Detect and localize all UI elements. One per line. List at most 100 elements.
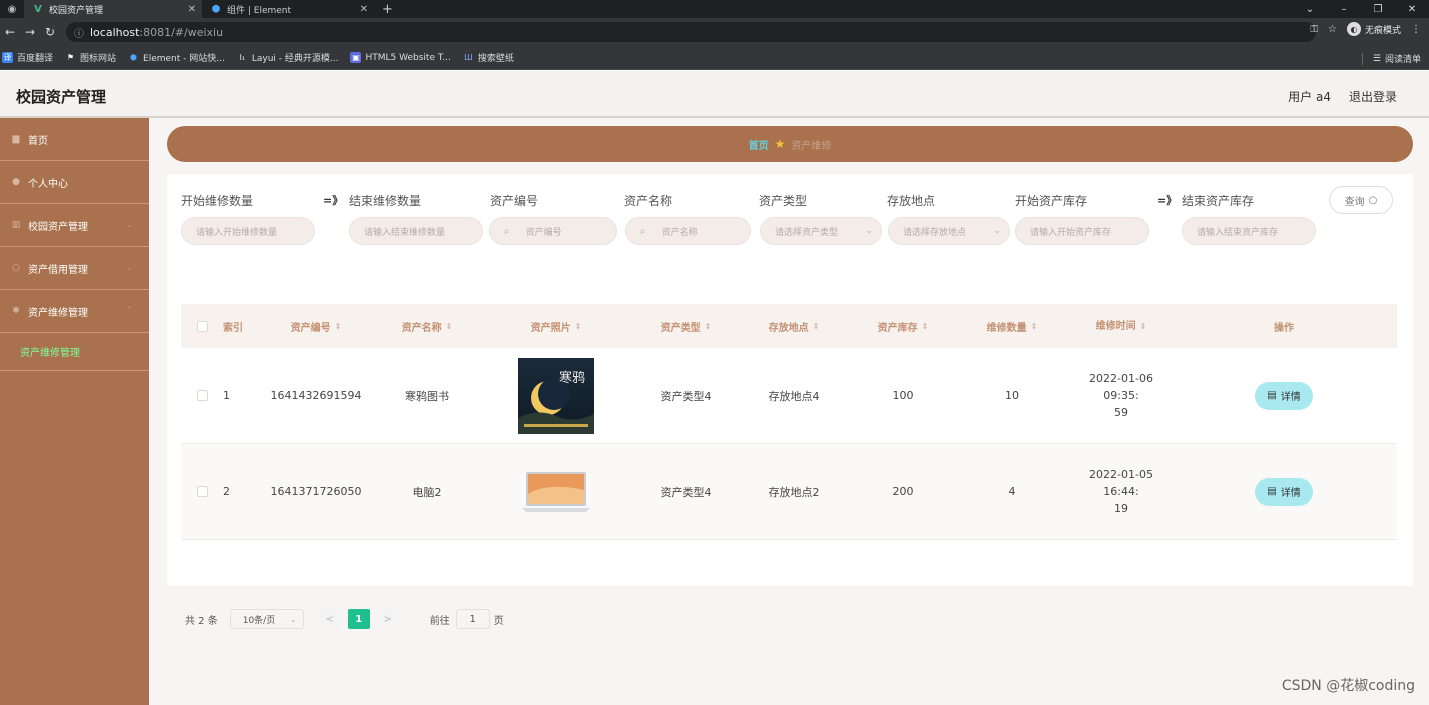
col-repair-qty[interactable]: 维修数量 ⇕: [953, 304, 1071, 348]
col-photo[interactable]: 资产照片 ⇕: [475, 304, 637, 348]
close-window-icon[interactable]: ✕: [1395, 4, 1429, 15]
incognito-label: 无痕模式: [1364, 25, 1401, 36]
bookmark-item[interactable]: ⚑ 图标网站: [65, 51, 116, 64]
app-header: 校园资产管理 用户 a4 退出登录: [0, 71, 1429, 118]
col-asset-no[interactable]: 资产编号 ⇕: [253, 304, 379, 348]
sidebar-item-asset-management[interactable]: ▥ 校园资产管理 ⌄: [0, 204, 149, 247]
sort-icon[interactable]: ⇕: [335, 322, 342, 331]
bookmark-star-icon[interactable]: ☆: [1328, 24, 1337, 35]
user-icon: ●: [12, 177, 20, 187]
sidebar-subitem-repair[interactable]: 资产维修管理: [0, 333, 149, 371]
incognito-indicator[interactable]: ◐ 无痕模式: [1346, 22, 1401, 36]
col-stock[interactable]: 资产库存 ⇕: [853, 304, 953, 348]
prev-page-button[interactable]: <: [319, 609, 340, 629]
row-stock: 100: [892, 389, 914, 402]
sort-icon[interactable]: ⇕: [575, 322, 582, 331]
detail-button[interactable]: ▤ 详情: [1255, 381, 1313, 410]
next-page-button[interactable]: >: [377, 609, 398, 629]
col-type[interactable]: 资产类型 ⇕: [637, 304, 735, 348]
sort-icon[interactable]: ⇕: [446, 322, 453, 331]
sidebar-item-home[interactable]: ▆ 首页: [0, 118, 149, 161]
browser-menu-icon[interactable]: ◉: [0, 0, 24, 18]
breadcrumb-home[interactable]: 首页: [749, 137, 769, 152]
address-bar-actions: ⚿ ☆ ◐ 无痕模式 ⋮: [1310, 22, 1421, 36]
search-icon: ⌕: [640, 225, 646, 237]
reload-icon[interactable]: ↻: [40, 25, 60, 39]
restore-icon[interactable]: ❐: [1361, 4, 1395, 15]
content-card: 开始维修数量 =》 结束维修数量 资产编号 资产名称 资产类型 存放地点 开始资…: [167, 174, 1413, 629]
bookmark-item[interactable]: ▣ HTML5 Website T...: [350, 52, 451, 63]
url-input[interactable]: ⓘ localhost:8081/#/weixiu: [66, 22, 1316, 42]
star-icon: ★: [774, 137, 786, 151]
sort-icon[interactable]: ⇕: [922, 322, 929, 331]
element-icon: ⬢: [130, 53, 138, 62]
html5-icon: ▣: [350, 52, 362, 63]
row-checkbox[interactable]: [181, 348, 223, 443]
sidebar-item-repair-management[interactable]: ✱ 资产维修管理 ⌃: [0, 290, 149, 333]
asset-name-input[interactable]: ⌕ 资产名称: [625, 217, 751, 245]
divider: [1361, 52, 1363, 65]
current-user: 用户 a4: [1288, 90, 1331, 104]
location-select[interactable]: 请选择存放地点 ⌄: [888, 217, 1010, 245]
incognito-icon: ◐: [1346, 22, 1361, 36]
table-row: 2 1641371726050 电脑2 资产类型4 存放地点2 200 4 20…: [181, 444, 1397, 540]
main-content: 首页 ★ 资产维修 开始维修数量 =》 结束维修数量 资产编号 资产名称 资产类…: [149, 118, 1429, 705]
asset-no-input[interactable]: ⌕ 资产编号: [489, 217, 617, 245]
key-icon[interactable]: ⚿: [1310, 24, 1318, 35]
sort-icon[interactable]: ⇕: [705, 322, 712, 331]
row-repair-qty: 10: [1005, 389, 1019, 402]
back-icon[interactable]: ←: [0, 25, 20, 39]
bookmark-item[interactable]: l₁ Layui - 经典开源模...: [237, 51, 339, 64]
row-checkbox[interactable]: [181, 444, 223, 539]
sidebar-item-profile[interactable]: ● 个人中心: [0, 161, 149, 204]
laptop-image[interactable]: [518, 453, 594, 530]
col-repair-time[interactable]: 维修时间 ⇕: [1071, 304, 1171, 348]
close-tab-icon[interactable]: ✕: [188, 4, 196, 15]
row-asset-name: 寒鸦图书: [405, 389, 449, 403]
row-repair-qty: 4: [1008, 485, 1016, 498]
row-type: 资产类型4: [660, 389, 712, 403]
goto-page-input[interactable]: 1: [455, 609, 490, 629]
browser-tab-element[interactable]: ⬢ 组件 | Element ✕: [202, 0, 374, 18]
sort-icon[interactable]: ⇕: [813, 322, 820, 331]
row-stock: 200: [892, 485, 914, 498]
start-qty-input[interactable]: 请输入开始维修数量: [181, 217, 315, 245]
goto-label: 前往: [429, 615, 450, 627]
select-all-checkbox[interactable]: [181, 304, 223, 348]
end-stock-input[interactable]: 请输入结束资产库存: [1182, 217, 1316, 245]
page-size-select[interactable]: 10条/页 ⌄: [229, 609, 304, 629]
forward-icon[interactable]: →: [20, 25, 40, 39]
sort-icon[interactable]: ⇕: [1031, 322, 1038, 331]
row-type: 资产类型4: [660, 485, 712, 499]
wallpaper-icon: Ш: [464, 53, 473, 62]
bookmark-item[interactable]: Ш 搜索壁纸: [463, 51, 514, 64]
address-bar-row: ← → ↻ ⓘ localhost:8081/#/weixiu ⚿ ☆ ◐ 无痕…: [0, 18, 1429, 46]
close-tab-icon[interactable]: ✕: [360, 4, 368, 15]
asset-type-select[interactable]: 请选择资产类型 ⌄: [760, 217, 882, 245]
new-tab-icon[interactable]: +: [382, 2, 393, 17]
row-index: 2: [223, 485, 230, 498]
book-cover-image[interactable]: 寒鸦: [518, 357, 594, 434]
start-stock-input[interactable]: 请输入开始资产库存: [1015, 217, 1149, 245]
detail-button[interactable]: ▤ 详情: [1255, 477, 1313, 506]
browser-tab-active[interactable]: V 校园资产管理 ✕: [24, 0, 202, 18]
tab-search-icon[interactable]: ⌄: [1293, 4, 1327, 15]
row-asset-no: 1641432691594: [270, 389, 362, 402]
site-info-icon[interactable]: ⓘ: [74, 25, 84, 40]
col-asset-name[interactable]: 资产名称 ⇕: [379, 304, 475, 348]
minimize-icon[interactable]: –: [1327, 4, 1361, 15]
query-button[interactable]: 查询 ○: [1329, 186, 1393, 214]
header-actions: 用户 a4 退出登录: [1288, 88, 1397, 105]
row-location: 存放地点2: [768, 485, 820, 499]
end-qty-input[interactable]: 请输入结束维修数量: [349, 217, 483, 245]
bookmark-item[interactable]: ⬢ Element - 网站快...: [128, 51, 225, 64]
translate-icon: 译: [2, 52, 13, 63]
bookmark-item[interactable]: 译百度翻译: [2, 51, 53, 64]
col-location[interactable]: 存放地点 ⇕: [735, 304, 853, 348]
sidebar-item-borrow-management[interactable]: ○ 资产借用管理 ⌄: [0, 247, 149, 290]
more-menu-icon[interactable]: ⋮: [1411, 24, 1421, 35]
reading-list[interactable]: ☰ 阅读清单: [1361, 52, 1421, 65]
page-number-current[interactable]: 1: [347, 609, 370, 629]
logout-link[interactable]: 退出登录: [1349, 88, 1397, 105]
sort-icon[interactable]: ⇕: [1140, 318, 1147, 335]
